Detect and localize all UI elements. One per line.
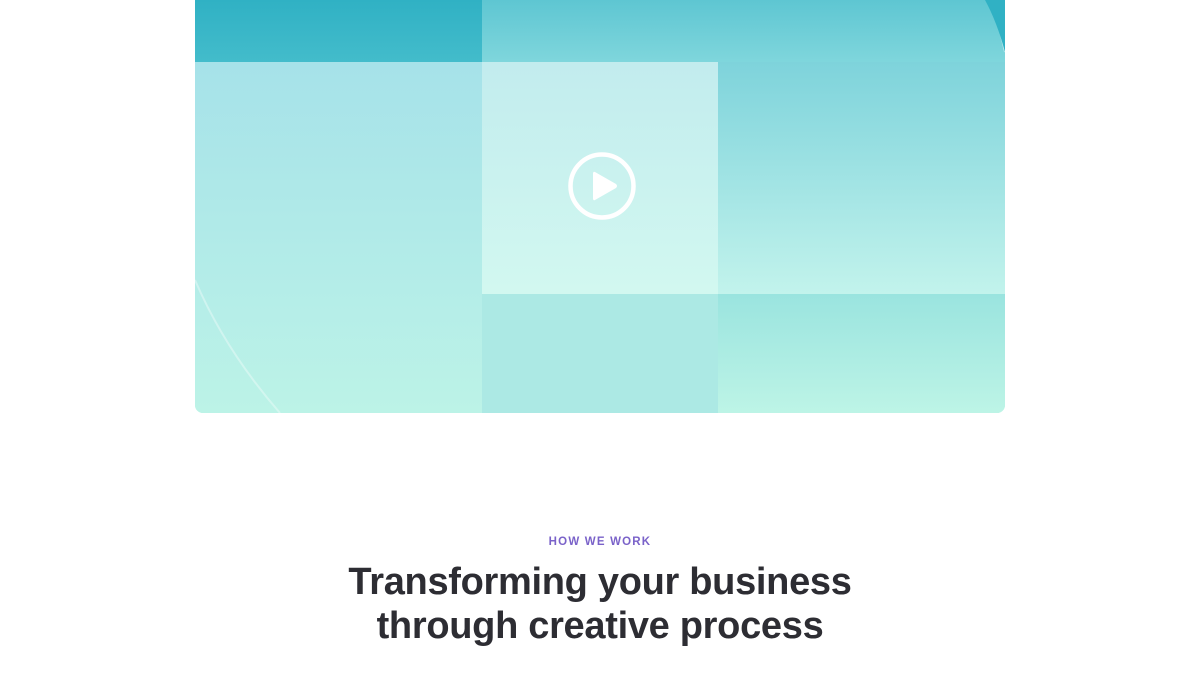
play-button[interactable] bbox=[568, 152, 636, 220]
section-headline: Transforming your business through creat… bbox=[348, 561, 852, 647]
page: HOW WE WORK Transforming your business t… bbox=[0, 0, 1200, 675]
play-icon bbox=[568, 152, 636, 220]
section-eyebrow: HOW WE WORK bbox=[548, 536, 652, 548]
video-thumbnail[interactable] bbox=[195, 0, 1005, 413]
how-we-work-section: HOW WE WORK Transforming your business t… bbox=[0, 530, 1200, 648]
